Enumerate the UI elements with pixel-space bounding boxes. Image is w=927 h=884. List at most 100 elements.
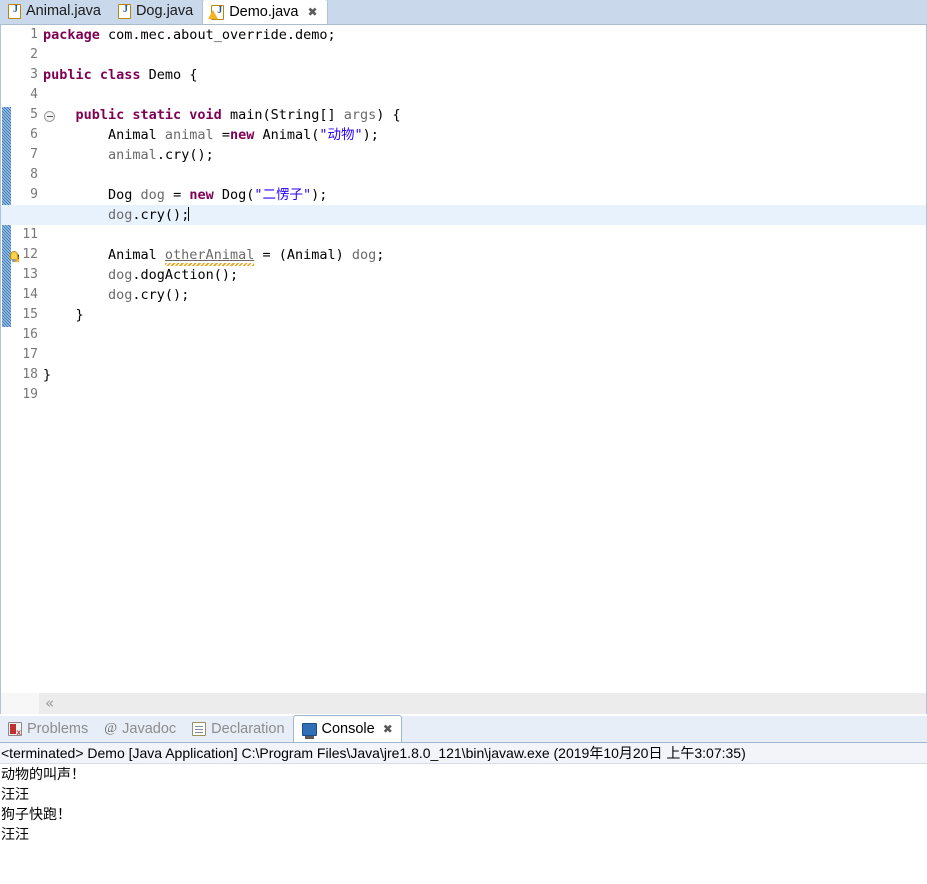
line-number: 9 — [30, 187, 38, 202]
java-file-warning-icon — [208, 4, 226, 20]
line-number: 19 — [22, 387, 38, 402]
code-line[interactable]: dog.dogAction(); — [41, 265, 926, 285]
bottom-tab-problems[interactable]: Problems — [0, 715, 96, 742]
code-line[interactable]: dog.cry(); — [1, 205, 926, 225]
line-number: 18 — [22, 367, 38, 382]
bottom-tab-label: Javadoc — [122, 720, 177, 737]
code-line[interactable]: public class Demo { — [41, 65, 926, 85]
code-line[interactable]: } — [41, 365, 926, 385]
bottom-tab-label: Console — [321, 721, 375, 737]
line-number: 16 — [22, 327, 38, 342]
console-view[interactable]: <terminated> Demo [Java Application] C:\… — [0, 743, 927, 884]
code-line[interactable] — [41, 45, 926, 65]
bottom-tab-label: Declaration — [211, 720, 285, 737]
code-token: dog — [108, 287, 133, 303]
code-token: dog — [108, 207, 133, 223]
line-number: 8 — [30, 167, 38, 182]
code-token: .cry(); — [132, 207, 190, 223]
code-token: .dogAction(); — [132, 267, 239, 283]
close-icon[interactable]: ✖ — [383, 722, 393, 736]
editor-tab-demo-java[interactable]: Demo.java ✖ — [202, 0, 328, 24]
code-token: Dog — [43, 187, 141, 203]
line-number: 11 — [22, 227, 38, 242]
editor-tab-animal-java[interactable]: Animal.java — [0, 0, 110, 24]
editor-footer-gutter — [1, 693, 39, 714]
code-token: package — [43, 27, 100, 43]
line-number: 3 — [30, 67, 38, 82]
chevron-left-icon[interactable]: « — [45, 696, 54, 711]
code-token: main(String[] — [221, 107, 344, 123]
code-token: Animal( — [254, 127, 320, 143]
code-token: .cry(); — [132, 287, 190, 303]
console-output-line: 汪汪 — [1, 786, 29, 802]
line-number: 7 — [30, 147, 38, 162]
code-token: new — [229, 127, 255, 143]
code-line[interactable] — [41, 345, 926, 365]
line-number: 17 — [22, 347, 38, 362]
code-token: ); — [311, 187, 328, 203]
bottom-tab-declaration[interactable]: Declaration — [184, 715, 292, 742]
code-token: public class — [43, 67, 141, 83]
editor-tabbar: Animal.java Dog.java Demo.java ✖ — [0, 0, 927, 25]
code-token: } — [43, 307, 84, 323]
bottom-view-panel: Problems @Javadoc Declaration Console ✖ <ter… — [0, 715, 927, 884]
code-line[interactable] — [41, 85, 926, 105]
declaration-icon — [192, 721, 207, 736]
code-text-area[interactable]: package com.mec.about_override.demo; pub… — [1, 25, 926, 714]
code-line[interactable]: Dog dog = new Dog("二愣子"); — [41, 185, 926, 205]
code-line[interactable] — [41, 325, 926, 345]
code-token: public static void — [75, 107, 222, 123]
code-line[interactable]: Animal animal =new Animal("动物"); — [41, 125, 926, 145]
code-line[interactable]: package com.mec.about_override.demo; — [41, 25, 926, 45]
editor-tab-dog-java[interactable]: Dog.java — [110, 0, 202, 24]
problems-icon — [8, 721, 22, 737]
console-icon — [301, 722, 317, 739]
code-line[interactable]: dog.cry(); — [41, 285, 926, 305]
code-token: Animal — [43, 127, 165, 143]
code-token: new — [189, 187, 214, 203]
code-token: com.mec.about_override.demo; — [99, 27, 336, 43]
editor-tab-label: Demo.java — [229, 3, 299, 20]
code-line[interactable] — [41, 385, 926, 405]
text-caret — [188, 207, 190, 221]
code-line[interactable] — [41, 225, 926, 245]
code-token: otherAnimal — [164, 247, 255, 263]
line-number: 5 — [30, 107, 38, 122]
code-token: ) { — [376, 107, 401, 123]
code-line[interactable] — [41, 165, 926, 185]
console-output-line: 汪汪 — [1, 826, 29, 842]
annotation-marker-column[interactable] — [10, 25, 23, 714]
code-token: dog — [140, 187, 165, 203]
line-number-gutter: 12345678910111213141516171819 — [19, 25, 41, 714]
line-number: 1 — [30, 27, 38, 42]
horizontal-scrollbar-track[interactable] — [39, 693, 926, 714]
eclipse-ide-window: Animal.javaDog.javaDemo.java✖ 1234567891… — [0, 0, 927, 884]
code-line[interactable]: animal.cry(); — [41, 145, 926, 165]
code-token: } — [43, 367, 52, 383]
javadoc-icon: @ — [104, 720, 118, 736]
bottom-tab-javadoc[interactable]: @ Javadoc — [96, 715, 184, 742]
java-code-editor[interactable]: 12345678910111213141516171819 package co… — [0, 25, 927, 714]
editor-footer: « — [1, 692, 926, 714]
code-line[interactable]: Animal otherAnimal = (Animal) dog; — [41, 245, 926, 265]
close-icon[interactable]: ✖ — [308, 5, 318, 19]
bottom-tab-label: Problems — [27, 720, 89, 737]
line-number: 15 — [22, 307, 38, 322]
console-output-line: 狗子快跑！ — [1, 806, 71, 822]
editor-tab-label: Animal.java — [26, 3, 101, 20]
code-token: args — [343, 107, 377, 123]
code-token: = — [213, 127, 230, 143]
code-token: animal — [108, 147, 157, 163]
bottom-tab-console[interactable]: Console ✖ — [292, 715, 402, 742]
java-file-icon — [8, 4, 22, 19]
code-line[interactable]: } — [41, 305, 926, 325]
line-number: 14 — [22, 287, 38, 302]
code-token: .cry(); — [156, 147, 214, 163]
code-token: Animal — [43, 247, 165, 263]
code-token: Demo { — [140, 67, 198, 83]
java-file-icon — [117, 4, 132, 19]
code-line[interactable]: public static void main(String[] args) { — [41, 105, 926, 125]
console-output-line: 动物的叫声！ — [1, 766, 85, 782]
